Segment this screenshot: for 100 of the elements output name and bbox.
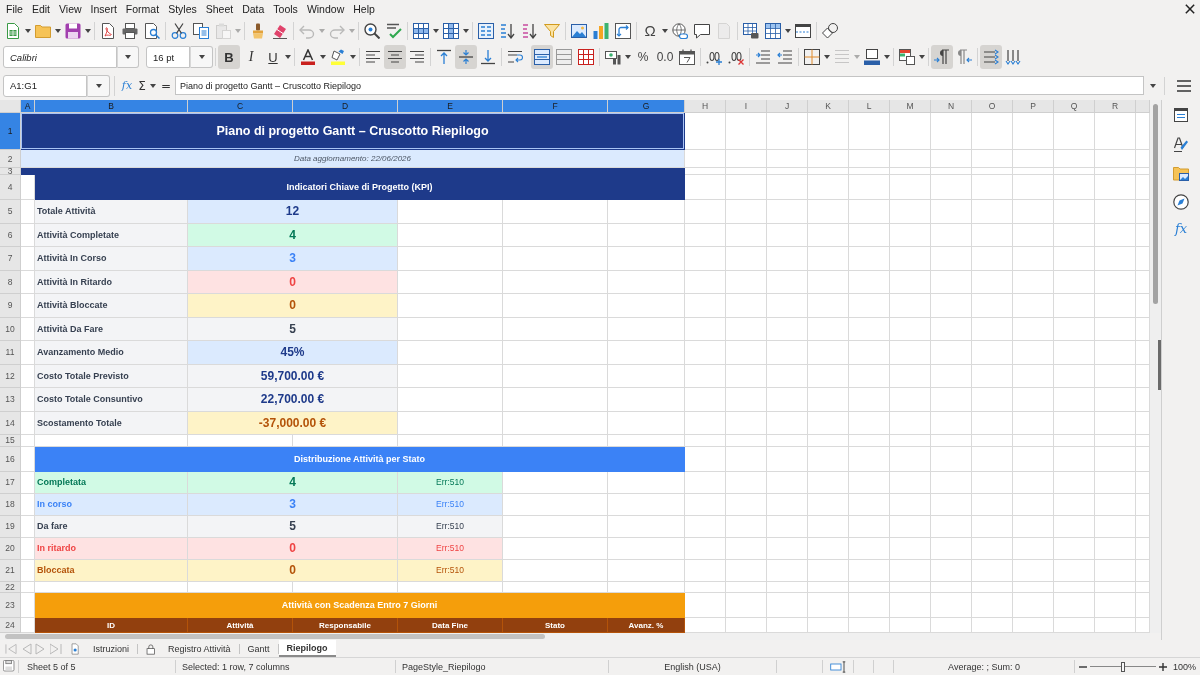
column-header[interactable]: E (398, 100, 503, 113)
menu-item[interactable]: Help (348, 1, 380, 17)
row-header[interactable]: 18 (0, 493, 21, 516)
row-header[interactable]: 8 (0, 270, 21, 294)
document-icon[interactable] (100, 22, 116, 39)
caret-icon[interactable] (463, 28, 469, 33)
font-name-field[interactable]: Calibri (3, 46, 117, 68)
slider-thumb[interactable] (1121, 661, 1125, 672)
clipboard-icon[interactable] (215, 22, 231, 39)
column-header[interactable]: C (188, 100, 293, 113)
wrap-text-icon[interactable] (507, 49, 523, 65)
merge-cells-icon[interactable] (556, 49, 572, 65)
spreadsheet-document-icon[interactable] (5, 22, 21, 39)
row-header[interactable]: 7 (0, 247, 21, 271)
table-rows-icon[interactable] (413, 22, 429, 39)
column-header[interactable]: D (293, 100, 398, 113)
caret-icon[interactable] (884, 55, 890, 59)
close-icon[interactable] (1185, 4, 1195, 14)
dropdown-button[interactable] (117, 46, 139, 68)
outdent-icon[interactable] (777, 49, 793, 65)
row-header[interactable]: 5 (0, 200, 21, 224)
special-character-button[interactable]: Ω (639, 18, 661, 43)
row-header[interactable]: 1 (0, 113, 21, 150)
compass-icon[interactable] (1173, 194, 1189, 210)
column-header[interactable]: P (1013, 100, 1054, 113)
caret-icon[interactable] (1150, 83, 1156, 88)
column-header[interactable]: R (1095, 100, 1136, 113)
caret-icon[interactable] (919, 55, 925, 59)
row-header[interactable]: 11 (0, 341, 21, 365)
border-color-icon[interactable] (864, 49, 880, 65)
table-printer-icon[interactable] (743, 22, 759, 39)
row-header[interactable]: 19 (0, 515, 21, 538)
menu-item[interactable]: Sheet (201, 1, 238, 17)
row-header[interactable]: 17 (0, 471, 21, 494)
column-header[interactable]: F (503, 100, 608, 113)
scrollbar-thumb[interactable] (5, 634, 545, 639)
unmerge-cells-icon[interactable] (578, 49, 594, 65)
menu-item[interactable]: Styles (163, 1, 202, 17)
caret-icon[interactable] (25, 28, 31, 33)
italic-button[interactable]: I (240, 45, 262, 69)
caret-icon[interactable] (95, 83, 102, 88)
row-header[interactable]: 4 (0, 175, 21, 200)
menu-item[interactable]: View (54, 1, 87, 17)
menu-icon[interactable] (1176, 77, 1192, 94)
conditional-format-icon[interactable] (899, 49, 915, 65)
caret-icon[interactable] (785, 28, 791, 33)
font-size-field[interactable]: 16 pt (146, 46, 190, 68)
highlighter-icon[interactable] (330, 49, 346, 65)
row-header[interactable]: 16 (0, 446, 21, 472)
menu-item[interactable]: Data (237, 1, 269, 17)
eraser-icon[interactable] (272, 22, 288, 39)
row-header[interactable]: 12 (0, 364, 21, 388)
sheet-tab[interactable]: Registro Attività (138, 640, 239, 657)
column-header[interactable]: G (608, 100, 685, 113)
sheet-tab[interactable]: Istruzioni (63, 640, 137, 657)
row-header[interactable]: 9 (0, 294, 21, 318)
scissors-icon[interactable] (171, 22, 187, 39)
zoom-percent-label[interactable]: 100% (1173, 661, 1197, 672)
column-header[interactable]: I (726, 100, 767, 113)
freeze-rows-icon[interactable] (765, 22, 781, 39)
row-header[interactable]: 2 (0, 150, 21, 168)
bar-chart-icon[interactable] (593, 22, 609, 39)
sort-icon[interactable] (478, 22, 494, 39)
caret-icon[interactable] (662, 28, 668, 33)
column-header[interactable]: H (685, 100, 726, 113)
menu-item[interactable]: File (1, 1, 28, 17)
letter-brush-icon[interactable] (1173, 136, 1189, 152)
column-header[interactable]: M (890, 100, 931, 113)
column-header[interactable]: O (972, 100, 1013, 113)
row-header[interactable]: 6 (0, 223, 21, 247)
image-icon[interactable] (571, 22, 587, 39)
calendar-icon[interactable] (679, 49, 695, 65)
paintbrush-icon[interactable] (250, 22, 266, 39)
row-header[interactable]: 14 (0, 411, 21, 435)
row-header[interactable]: 13 (0, 388, 21, 412)
caret-icon[interactable] (198, 55, 205, 59)
column-header[interactable]: J (767, 100, 808, 113)
banknote-chart-icon[interactable] (605, 49, 621, 65)
indent-icon[interactable] (755, 49, 771, 65)
caret-icon[interactable] (150, 83, 156, 88)
menu-item[interactable]: Window (302, 1, 349, 17)
row-header[interactable]: 15 (0, 435, 21, 447)
caret-icon[interactable] (85, 28, 91, 33)
caret-icon[interactable] (285, 55, 291, 59)
spellcheck-icon[interactable] (386, 22, 402, 39)
framed-arrow-icon[interactable] (615, 22, 631, 39)
font-color-icon[interactable] (300, 49, 316, 65)
row-header[interactable]: 10 (0, 317, 21, 341)
underline-button[interactable]: U (262, 45, 284, 69)
formula-input[interactable]: Piano di progetto Gantt – Cruscotto Riepilogo (175, 76, 1144, 95)
menu-item[interactable]: Insert (86, 1, 122, 17)
formula-button[interactable]: = (159, 78, 173, 93)
column-header[interactable]: B (35, 100, 188, 113)
add-decimal-icon[interactable] (706, 49, 722, 65)
name-box[interactable]: A1:G1 (3, 74, 87, 97)
page-magnifier-icon[interactable] (144, 22, 160, 39)
sort-descending-icon[interactable] (522, 22, 538, 39)
column-header[interactable]: K (808, 100, 849, 113)
functions-button[interactable]: fx (1174, 221, 1188, 237)
table-columns-icon[interactable] (443, 22, 459, 39)
